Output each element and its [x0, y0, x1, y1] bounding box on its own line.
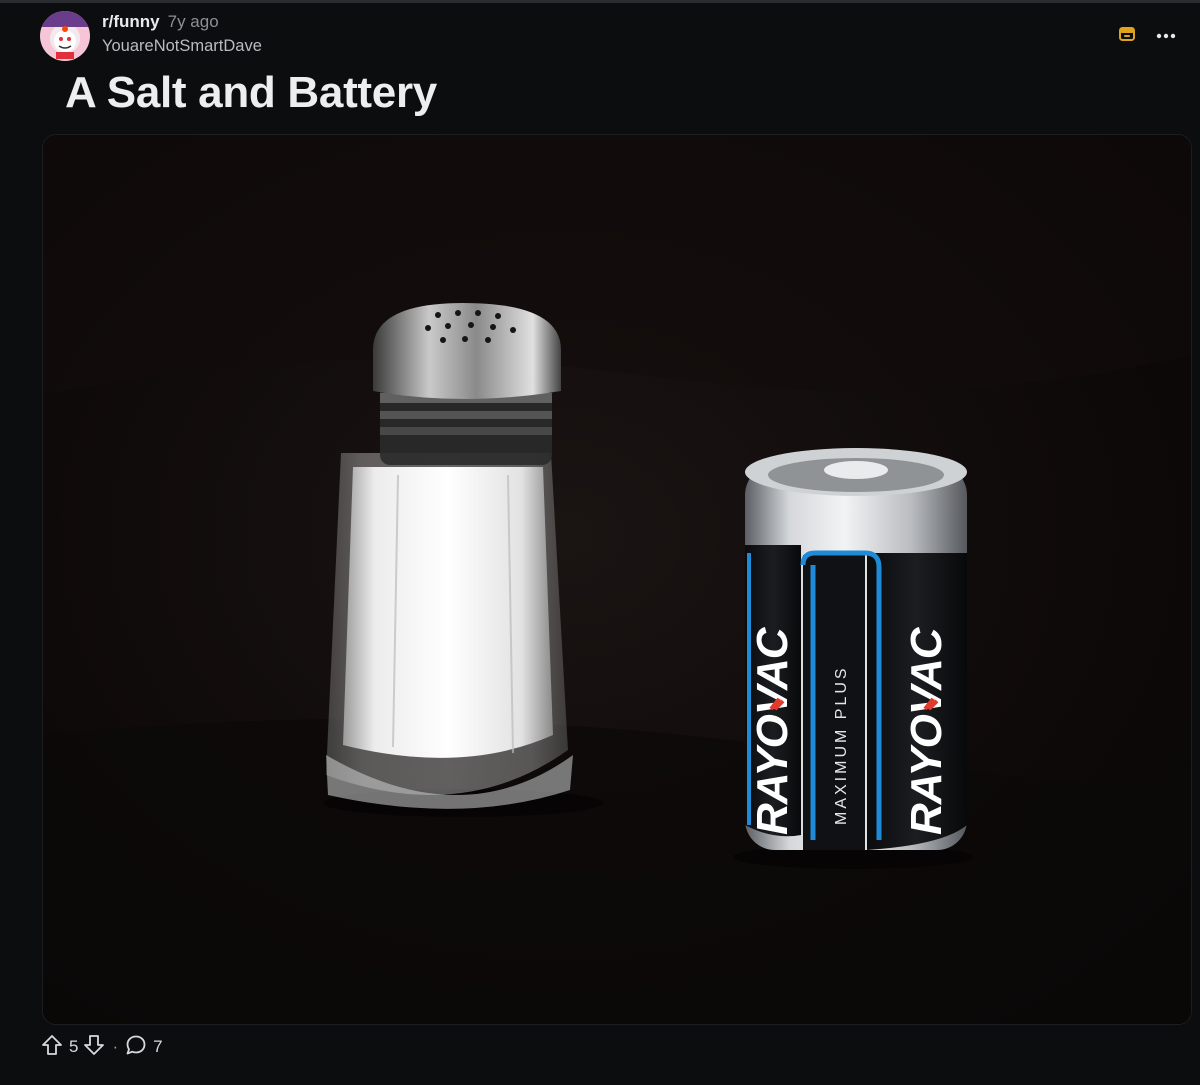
comment-count: 7 — [153, 1037, 163, 1056]
post-image[interactable]: RAYOVAC MAXIMUM PLUS RAYOVAC — [42, 134, 1192, 1025]
more-options-button[interactable] — [1153, 23, 1179, 49]
subreddit-avatar[interactable] — [40, 11, 90, 61]
action-separator: · — [112, 1037, 119, 1056]
upvote-button[interactable]: 5 — [40, 1033, 78, 1062]
battery: RAYOVAC MAXIMUM PLUS RAYOVAC — [733, 448, 973, 869]
post-title[interactable]: A Salt and Battery — [65, 68, 437, 118]
battery-brand-left: RAYOVAC — [748, 626, 797, 835]
post-header: r/funny 7y ago YouareNotSmartDave — [0, 3, 1200, 65]
subreddit-link[interactable]: r/funny — [102, 12, 160, 31]
post-meta: r/funny 7y ago — [102, 12, 219, 32]
author-link[interactable]: YouareNotSmartDave — [102, 37, 262, 56]
save-button[interactable] — [1114, 23, 1140, 49]
post-actions: 5 · 7 — [40, 1032, 163, 1062]
comments-button[interactable]: 7 — [124, 1033, 163, 1062]
more-options-icon — [1155, 27, 1177, 45]
downvote-button[interactable] — [82, 1033, 106, 1062]
upvote-count: 5 — [69, 1037, 79, 1056]
comment-bubble-icon — [124, 1033, 148, 1062]
bookmark-icon — [1118, 25, 1136, 48]
battery-line: MAXIMUM PLUS — [833, 665, 850, 825]
post-time: 7y ago — [167, 12, 219, 31]
downvote-arrow-icon — [82, 1033, 106, 1062]
upvote-arrow-icon — [40, 1033, 64, 1062]
battery-brand-right: RAYOVAC — [902, 626, 951, 835]
